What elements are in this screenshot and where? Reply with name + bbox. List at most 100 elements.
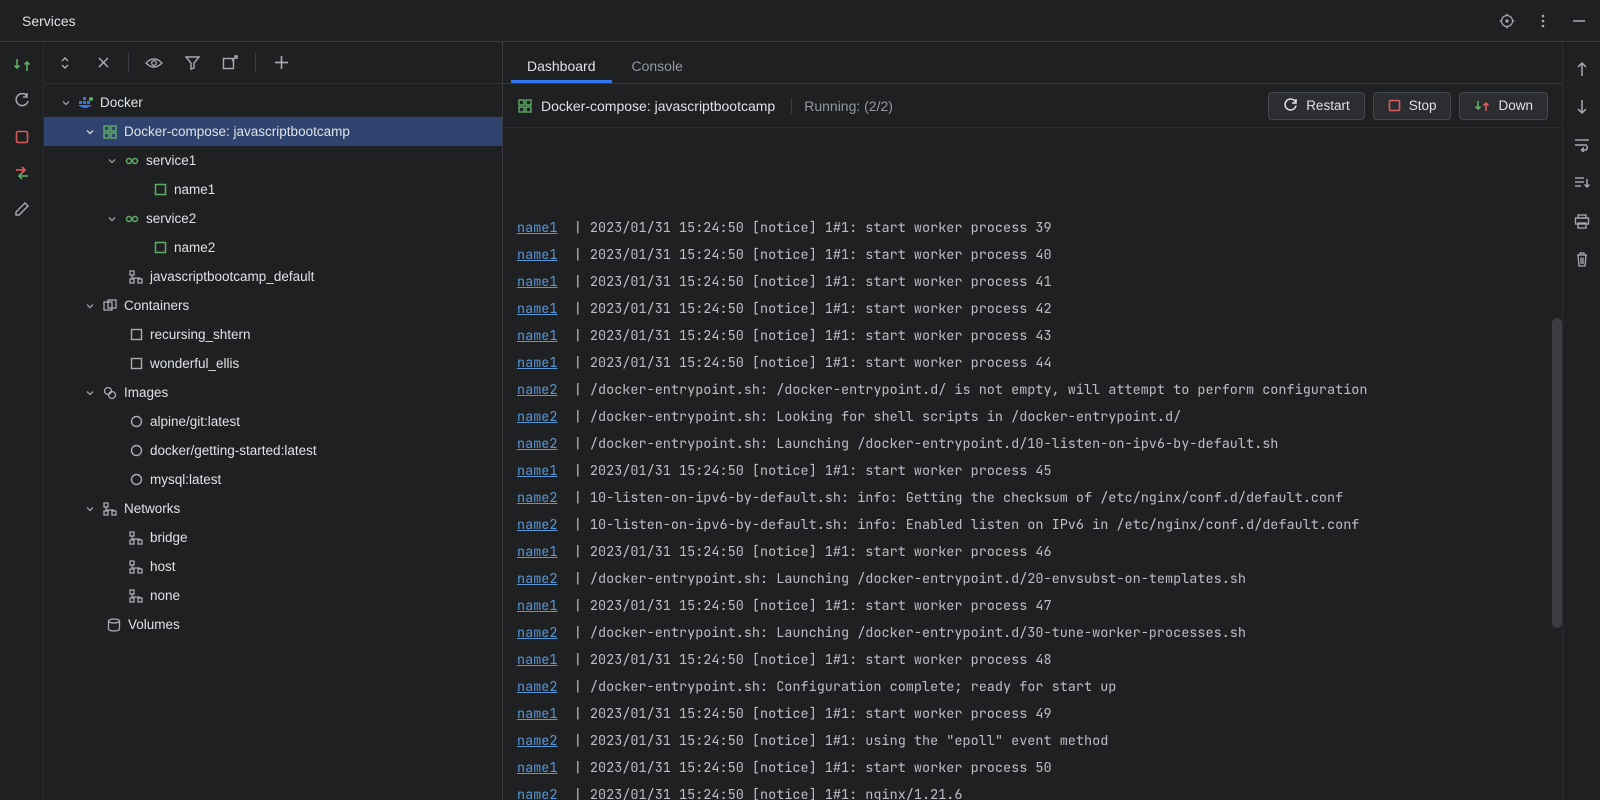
print-icon[interactable] bbox=[1571, 210, 1593, 232]
chevron-down-icon[interactable] bbox=[84, 504, 96, 514]
tree-node-name1[interactable]: name1 bbox=[44, 175, 502, 204]
close-icon[interactable] bbox=[92, 52, 114, 74]
chevron-down-icon[interactable] bbox=[84, 127, 96, 137]
log-line: name2 | /docker-entrypoint.sh: Looking f… bbox=[517, 404, 1562, 431]
log-source-link[interactable]: name1 bbox=[517, 215, 558, 242]
stop-label: Stop bbox=[1409, 98, 1437, 113]
eye-icon[interactable] bbox=[143, 52, 165, 74]
deploy-icon[interactable] bbox=[11, 54, 33, 76]
soft-wrap-icon[interactable] bbox=[1571, 134, 1593, 156]
log-text: | 2023/01/31 15:24:50 [notice] 1#1: star… bbox=[558, 323, 1052, 350]
tree-label: recursing_shtern bbox=[150, 327, 251, 342]
tree-node-containers[interactable]: Containers bbox=[44, 291, 502, 320]
tree-node-networks[interactable]: Networks bbox=[44, 494, 502, 523]
tab-console[interactable]: Console bbox=[616, 48, 699, 83]
log-line: name2 | 10-listen-on-ipv6-by-default.sh:… bbox=[517, 512, 1562, 539]
chevron-down-icon[interactable] bbox=[84, 388, 96, 398]
log-line: name1 | 2023/01/31 15:24:50 [notice] 1#1… bbox=[517, 296, 1562, 323]
chevron-down-icon[interactable] bbox=[106, 156, 118, 166]
tree-node-network-bridge[interactable]: bridge bbox=[44, 523, 502, 552]
tree-node-network-default[interactable]: javascriptbootcamp_default bbox=[44, 262, 502, 291]
log-source-link[interactable]: name2 bbox=[517, 728, 558, 755]
stop-button[interactable]: Stop bbox=[1373, 92, 1452, 120]
tree-node-compose[interactable]: Docker-compose: javascriptbootcamp bbox=[44, 117, 502, 146]
scroll-end-icon[interactable] bbox=[1571, 172, 1593, 194]
tree-node-container2[interactable]: wonderful_ellis bbox=[44, 349, 502, 378]
scrollbar-thumb[interactable] bbox=[1552, 318, 1562, 628]
tree-label: Docker bbox=[100, 95, 143, 110]
more-vertical-icon[interactable] bbox=[1532, 10, 1554, 32]
log-line: name2 | 2023/01/31 15:24:50 [notice] 1#1… bbox=[517, 782, 1562, 800]
tree-label: Docker-compose: javascriptbootcamp bbox=[124, 124, 350, 139]
edit-icon[interactable] bbox=[11, 198, 33, 220]
log-source-link[interactable]: name1 bbox=[517, 593, 558, 620]
log-output[interactable]: name1 | 2023/01/31 15:24:50 [notice] 1#1… bbox=[503, 128, 1562, 800]
swap-icon[interactable] bbox=[11, 162, 33, 184]
log-source-link[interactable]: name1 bbox=[517, 269, 558, 296]
tree-panel: Docker Docker-compose: javascriptbootcam… bbox=[44, 42, 503, 800]
log-source-link[interactable]: name2 bbox=[517, 485, 558, 512]
add-icon[interactable] bbox=[270, 52, 292, 74]
log-source-link[interactable]: name2 bbox=[517, 782, 558, 800]
log-source-link[interactable]: name2 bbox=[517, 431, 558, 458]
tree-label: Containers bbox=[124, 298, 189, 313]
containers-icon bbox=[102, 298, 118, 314]
trash-icon[interactable] bbox=[1571, 248, 1593, 270]
log-source-link[interactable]: name1 bbox=[517, 755, 558, 782]
services-tree[interactable]: Docker Docker-compose: javascriptbootcam… bbox=[44, 84, 502, 800]
log-line: name2 | /docker-entrypoint.sh: /docker-e… bbox=[517, 377, 1562, 404]
image-icon bbox=[128, 414, 144, 430]
log-source-link[interactable]: name2 bbox=[517, 377, 558, 404]
tree-label: host bbox=[150, 559, 176, 574]
chevron-down-icon[interactable] bbox=[84, 301, 96, 311]
log-source-link[interactable]: name2 bbox=[517, 674, 558, 701]
tree-node-image2[interactable]: docker/getting-started:latest bbox=[44, 436, 502, 465]
tab-dashboard[interactable]: Dashboard bbox=[511, 48, 612, 83]
tree-node-service2[interactable]: service2 bbox=[44, 204, 502, 233]
minimize-icon[interactable] bbox=[1568, 10, 1590, 32]
log-line: name2 | /docker-entrypoint.sh: Configura… bbox=[517, 674, 1562, 701]
tree-node-volumes[interactable]: Volumes bbox=[44, 610, 502, 639]
log-source-link[interactable]: name1 bbox=[517, 647, 558, 674]
tree-node-container1[interactable]: recursing_shtern bbox=[44, 320, 502, 349]
log-source-link[interactable]: name1 bbox=[517, 539, 558, 566]
log-source-link[interactable]: name2 bbox=[517, 566, 558, 593]
arrow-up-icon[interactable] bbox=[1571, 58, 1593, 80]
title-bar: Services bbox=[0, 0, 1600, 42]
tree-node-docker[interactable]: Docker bbox=[44, 88, 502, 117]
log-source-link[interactable]: name2 bbox=[517, 620, 558, 647]
tree-node-network-none[interactable]: none bbox=[44, 581, 502, 610]
log-text: | 2023/01/31 15:24:50 [notice] 1#1: star… bbox=[558, 296, 1052, 323]
arrow-down-icon[interactable] bbox=[1571, 96, 1593, 118]
tree-node-name2[interactable]: name2 bbox=[44, 233, 502, 262]
chevron-down-icon[interactable] bbox=[60, 98, 72, 108]
images-icon bbox=[102, 385, 118, 401]
log-source-link[interactable]: name1 bbox=[517, 242, 558, 269]
filter-icon[interactable] bbox=[181, 52, 203, 74]
log-source-link[interactable]: name2 bbox=[517, 512, 558, 539]
tree-node-image1[interactable]: alpine/git:latest bbox=[44, 407, 502, 436]
log-source-link[interactable]: name1 bbox=[517, 296, 558, 323]
expand-collapse-icon[interactable] bbox=[54, 52, 76, 74]
stop-red-icon[interactable] bbox=[11, 126, 33, 148]
log-source-link[interactable]: name1 bbox=[517, 323, 558, 350]
restart-button[interactable]: Restart bbox=[1268, 92, 1365, 120]
log-source-link[interactable]: name1 bbox=[517, 350, 558, 377]
tree-node-image3[interactable]: mysql:latest bbox=[44, 465, 502, 494]
tree-node-service1[interactable]: service1 bbox=[44, 146, 502, 175]
tree-node-network-host[interactable]: host bbox=[44, 552, 502, 581]
log-text: | /docker-entrypoint.sh: Looking for she… bbox=[558, 404, 1182, 431]
tree-label: bridge bbox=[150, 530, 188, 545]
tree-node-images[interactable]: Images bbox=[44, 378, 502, 407]
tree-label: Networks bbox=[124, 501, 180, 516]
new-window-icon[interactable] bbox=[219, 52, 241, 74]
log-source-link[interactable]: name2 bbox=[517, 404, 558, 431]
refresh-icon[interactable] bbox=[11, 90, 33, 112]
down-button[interactable]: Down bbox=[1459, 92, 1548, 120]
log-source-link[interactable]: name1 bbox=[517, 458, 558, 485]
network-icon bbox=[128, 269, 144, 285]
container-running-icon bbox=[152, 240, 168, 256]
chevron-down-icon[interactable] bbox=[106, 214, 118, 224]
log-source-link[interactable]: name1 bbox=[517, 701, 558, 728]
target-icon[interactable] bbox=[1496, 10, 1518, 32]
